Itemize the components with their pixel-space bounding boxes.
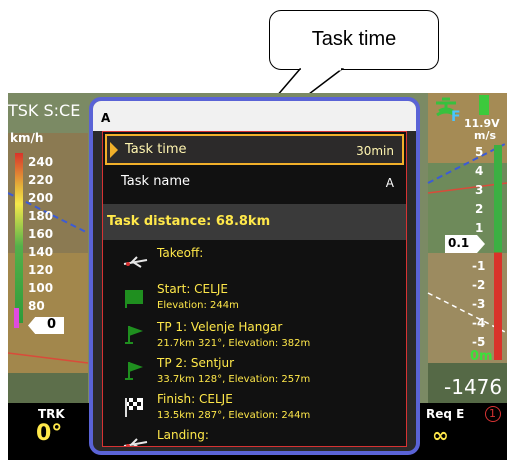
speed-current-value: 0	[46, 317, 56, 332]
waypoint-tp1[interactable]: TP 1: Velenje Hangar 21.7km 321°, Elevat…	[103, 320, 406, 356]
speed-current-box: 0	[28, 317, 64, 334]
waypoint-name: Takeoff:	[157, 246, 204, 260]
speed-label-120: 120	[28, 263, 54, 277]
finish-flag-icon	[125, 398, 143, 417]
task-status-label: TSK S:CE	[8, 101, 81, 120]
task-name-value: A	[385, 176, 394, 190]
task-distance-text: Task distance: 68.8km	[107, 214, 271, 229]
vario-label-minus2: -2	[472, 278, 486, 292]
vario-bar	[494, 145, 502, 360]
vario-label-minus4: -4	[472, 316, 486, 330]
task-time-label: Task time	[125, 142, 187, 157]
altitude-readout: -1476	[444, 375, 503, 399]
task-time-row[interactable]: Task time 30min	[105, 134, 404, 165]
start-flag-icon	[125, 290, 143, 308]
waypoint-finish[interactable]: Finish: CELJE 13.5km 287°, Elevation: 24…	[103, 392, 406, 428]
glider-icon	[123, 438, 148, 446]
waypoint-detail: 13.5km 287°, Elevation: 244m	[157, 410, 311, 421]
waypoint-detail: Elevation: 244m	[157, 300, 239, 311]
speed-label-80: 80	[28, 299, 45, 313]
vario-green-readout: 0m	[470, 349, 493, 364]
waypoint-detail: 21.7km 321°, Elevation: 382m	[157, 338, 311, 349]
vario-label-minus1: -1	[472, 259, 486, 273]
vario-label-3: 3	[475, 183, 484, 197]
vario-label-4: 4	[475, 164, 484, 178]
turnpoint-flag-icon	[125, 362, 143, 380]
speed-label-140: 140	[28, 245, 54, 259]
speed-label-100: 100	[28, 281, 54, 295]
speed-label-200: 200	[28, 191, 54, 205]
waypoint-name: Finish: CELJE	[157, 392, 233, 406]
waypoint-landing[interactable]: Landing:	[103, 428, 406, 446]
speed-label-180: 180	[28, 209, 54, 223]
task-time-value: 30min	[356, 144, 394, 158]
vario-current-box: 0.1	[445, 235, 485, 253]
req-value: ∞	[432, 423, 449, 447]
gps-fix-label: F	[451, 109, 461, 125]
waypoint-name: TP 2: Sentjur	[157, 356, 235, 370]
task-list[interactable]: Task time 30min Task name A Task distanc…	[102, 131, 407, 447]
warning-circle: 1	[485, 406, 501, 422]
vario-label-1: 1	[475, 221, 484, 235]
waypoint-name: Landing:	[157, 428, 209, 442]
vario-current-value: 0.1	[448, 236, 470, 250]
glider-icon	[123, 256, 148, 268]
speed-unit-label: km/h	[10, 131, 44, 145]
vario-label-5: 5	[475, 145, 484, 159]
warning-circle-number: 1	[489, 407, 496, 420]
vario-label-minus3: -3	[472, 297, 486, 311]
task-name-row[interactable]: Task name A	[105, 170, 404, 198]
waypoint-tp2[interactable]: TP 2: Sentjur 33.7km 128°, Elevation: 25…	[103, 356, 406, 392]
speed-tape-bar	[15, 153, 23, 323]
waypoint-name: Start: CELJE	[157, 282, 228, 296]
speed-label-240: 240	[28, 155, 54, 169]
vario-unit-label: m/s	[474, 129, 497, 142]
waypoint-takeoff[interactable]: Takeoff:	[103, 244, 406, 280]
trk-label: TRK	[38, 407, 65, 421]
speed-marker	[14, 308, 19, 328]
selected-row-arrow-icon	[110, 142, 118, 158]
turnpoint-flag-icon	[125, 326, 143, 344]
dialog-title-bar: A	[93, 101, 416, 131]
task-distance-row: Task distance: 68.8km	[103, 204, 406, 240]
vario-label-minus5: -5	[472, 335, 486, 349]
speed-label-160: 160	[28, 227, 54, 241]
waypoint-name: TP 1: Velenje Hangar	[157, 320, 283, 334]
dialog-title: A	[101, 111, 111, 125]
battery-icon	[479, 95, 489, 115]
trk-value: 0°	[36, 421, 63, 446]
waypoint-start[interactable]: Start: CELJE Elevation: 244m	[103, 282, 406, 320]
vario-label-2: 2	[475, 202, 484, 216]
task-name-label: Task name	[121, 174, 191, 189]
waypoint-detail: 33.7km 128°, Elevation: 257m	[157, 374, 311, 385]
task-dialog: A Task time 30min Task name A Task dista…	[89, 97, 420, 455]
speed-label-220: 220	[28, 173, 54, 187]
req-label: Req E	[426, 407, 465, 421]
